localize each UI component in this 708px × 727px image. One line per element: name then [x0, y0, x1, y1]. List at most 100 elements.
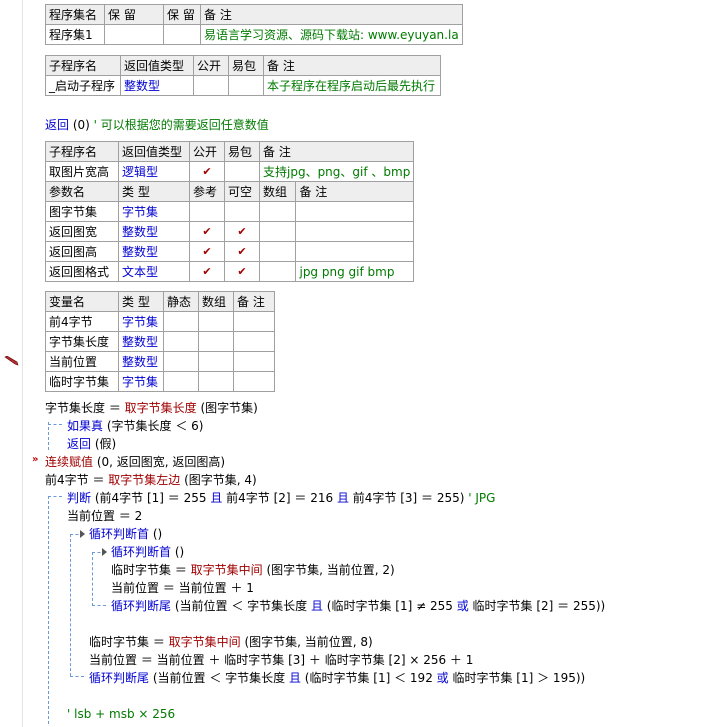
param-type[interactable]: 整数型	[118, 221, 190, 242]
check-icon[interactable]: ✔	[224, 241, 260, 262]
var-note[interactable]	[233, 331, 275, 352]
loop-arrow-icon	[102, 548, 107, 556]
param-ref[interactable]	[189, 201, 225, 222]
code-line[interactable]: 临时字节集 ＝ 取字节集中间 (图字节集, 当前位置, 8)	[89, 634, 373, 650]
code-line[interactable]: 字节集长度 ＝ 取字节集长度 (图字节集)	[45, 400, 258, 416]
col-header: 数组	[198, 291, 234, 312]
param-type[interactable]: 整数型	[118, 241, 190, 262]
var-static[interactable]	[163, 331, 199, 352]
var-type[interactable]: 字节集	[118, 311, 164, 332]
param-note[interactable]	[295, 221, 415, 242]
code-line[interactable]: 循环判断首 ()	[89, 526, 162, 542]
code-line[interactable]: 如果真 (字节集长度 ＜ 6)	[67, 418, 203, 434]
col-header: 参数名	[45, 181, 119, 202]
var-static[interactable]	[163, 351, 199, 372]
param-note[interactable]	[295, 201, 415, 222]
check-icon[interactable]: ✔	[224, 221, 260, 242]
col-header: 返回值类型	[120, 55, 194, 76]
code-text: 当前位置 ＝ 当前位置 ＋ 临时字节集 [3] ＋ 临时字节集 [2] × 25…	[89, 653, 474, 667]
code-line[interactable]: 连续赋值 (0, 返回图宽, 返回图高)	[45, 454, 225, 470]
var-type[interactable]: 整数型	[118, 331, 164, 352]
check-icon[interactable]: ✔	[189, 261, 225, 282]
var-note[interactable]	[233, 311, 275, 332]
param-array[interactable]	[258, 261, 297, 282]
check-icon[interactable]: ✔	[189, 221, 225, 242]
var-static[interactable]	[163, 371, 199, 392]
function-name: 取字节集左边	[108, 473, 181, 487]
var-array[interactable]	[198, 371, 234, 392]
code-args: (临时字节集 [1] ＜ 192	[300, 671, 437, 685]
col-header: 可空	[224, 181, 260, 202]
code-line[interactable]: 返回 (假)	[67, 436, 116, 452]
epkg-cell[interactable]	[228, 75, 264, 96]
code-args: (图字节集, 当前位置, 2)	[262, 563, 395, 577]
param-name[interactable]: 返回图高	[45, 241, 119, 262]
code-line-return[interactable]: 返回 (0) ' 可以根据您的需要返回任意数值	[45, 117, 269, 133]
param-array[interactable]	[258, 201, 297, 222]
col-header: 备 注	[233, 291, 275, 312]
col-header: 静态	[163, 291, 199, 312]
param-name[interactable]: 返回图格式	[45, 261, 119, 282]
var-name[interactable]: 前4字节	[45, 311, 119, 332]
public-check-icon[interactable]: ✔	[189, 161, 225, 182]
public-cell[interactable]	[193, 75, 229, 96]
reserved-cell[interactable]	[163, 24, 201, 45]
code-line[interactable]: 判断 (前4字节 [1] ＝ 255 且 前4字节 [2] ＝ 216 且 前4…	[67, 490, 495, 506]
sub-note[interactable]: 支持jpg、png、gif 、bmp	[258, 161, 415, 182]
param-type[interactable]: 文本型	[118, 261, 190, 282]
param-name[interactable]: 图字节集	[45, 201, 119, 222]
code-text: 临时字节集 ＝	[111, 563, 191, 577]
var-array[interactable]	[198, 311, 234, 332]
var-array[interactable]	[198, 331, 234, 352]
epkg-cell[interactable]	[224, 161, 260, 182]
var-note[interactable]	[233, 351, 275, 372]
var-name[interactable]: 当前位置	[45, 351, 119, 372]
keyword: 循环判断首	[111, 545, 172, 559]
sub-note[interactable]: 本子程序在程序启动后最先执行	[263, 75, 441, 96]
var-type[interactable]: 整数型	[118, 351, 164, 372]
keyword: 且	[310, 599, 323, 613]
code-line[interactable]: 循环判断尾 (当前位置 ＜ 字节集长度 且 (临时字节集 [1] ＜ 192 或…	[89, 670, 585, 686]
code-args: 前4字节 [3] ＝ 255)	[348, 491, 469, 505]
code-args: (临时字节集 [1] ≠ 255	[322, 599, 457, 613]
code-line[interactable]: ' lsb + msb × 256	[67, 706, 175, 722]
code-line[interactable]: 前4字节 ＝ 取字节集左边 (图字节集, 4)	[45, 472, 257, 488]
param-note[interactable]: jpg png gif bmp	[295, 261, 415, 282]
var-name[interactable]: 临时字节集	[45, 371, 119, 392]
param-array[interactable]	[258, 221, 297, 242]
code-line[interactable]: 当前位置 ＝ 2	[67, 508, 142, 524]
return-type[interactable]: 逻辑型	[118, 161, 190, 182]
sub-name[interactable]: _启动子程序	[45, 75, 121, 96]
col-header: 保 留	[163, 4, 201, 25]
param-optional[interactable]	[224, 201, 260, 222]
return-type[interactable]: 整数型	[120, 75, 194, 96]
var-static[interactable]	[163, 311, 199, 332]
param-note[interactable]	[295, 241, 415, 262]
var-type[interactable]: 字节集	[118, 371, 164, 392]
var-name[interactable]: 字节集长度	[45, 331, 119, 352]
check-icon[interactable]: ✔	[224, 261, 260, 282]
code-line[interactable]: 循环判断首 ()	[111, 544, 184, 560]
param-type[interactable]: 字节集	[118, 201, 190, 222]
param-name[interactable]: 返回图宽	[45, 221, 119, 242]
code-comment: ' lsb + msb × 256	[67, 707, 176, 721]
code-line[interactable]: 当前位置 ＝ 当前位置 ＋ 1	[111, 580, 254, 596]
code-line[interactable]: 循环判断尾 (当前位置 ＜ 字节集长度 且 (临时字节集 [1] ≠ 255 或…	[111, 598, 605, 614]
code-args: (当前位置 ＜ 字节集长度	[171, 599, 311, 613]
program-set-name[interactable]: 程序集1	[45, 24, 105, 45]
check-icon[interactable]: ✔	[189, 241, 225, 262]
var-array[interactable]	[198, 351, 234, 372]
param-array[interactable]	[258, 241, 297, 262]
code-args: 临时字节集 [2] ＝ 255))	[468, 599, 606, 613]
flow-guide-line	[92, 552, 93, 606]
code-args: (假)	[91, 437, 117, 451]
flow-guide-line	[70, 676, 84, 677]
reserved-cell[interactable]	[104, 24, 164, 45]
sub-name[interactable]: 取图片宽高	[45, 161, 119, 182]
program-set-note[interactable]: 易语言学习资源、源码下载站: www.eyuyan.la	[200, 24, 463, 45]
var-note[interactable]	[233, 371, 275, 392]
code-line[interactable]: 当前位置 ＝ 当前位置 ＋ 临时字节集 [3] ＋ 临时字节集 [2] × 25…	[89, 652, 473, 668]
code-line[interactable]: 临时字节集 ＝ 取字节集中间 (图字节集, 当前位置, 2)	[111, 562, 395, 578]
flow-guide-line	[48, 422, 49, 450]
col-header: 易包	[228, 55, 264, 76]
